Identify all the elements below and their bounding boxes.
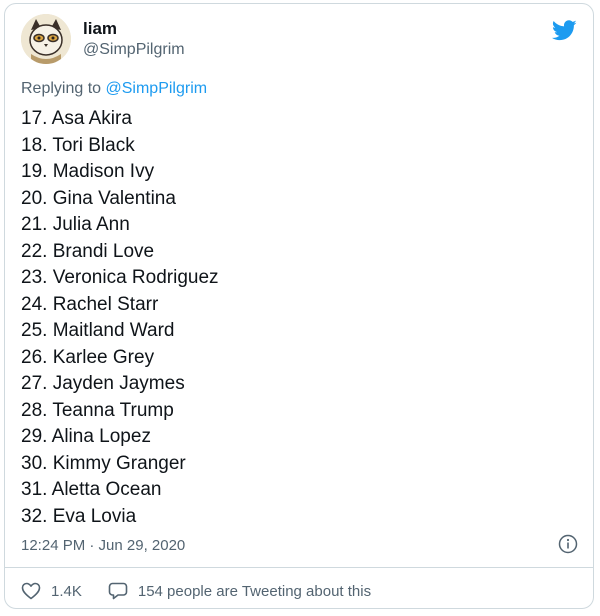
author-display-name[interactable]: liam — [83, 19, 185, 39]
conversation-text: 154 people are Tweeting about this — [137, 582, 372, 600]
tweet-line: 30. Kimmy Granger — [21, 452, 186, 474]
reply-context: Replying to @SimpPilgrim — [21, 80, 207, 98]
tweet-line: 26. Karlee Grey — [21, 346, 155, 368]
tweet-text: 17. Asa Akira 18. Tori Black 19. Madison… — [21, 106, 219, 530]
tweet-line: 22. Brandi Love — [21, 240, 155, 262]
like-button[interactable]: 1.4K — [21, 582, 82, 600]
conversation-link[interactable]: 154 people are Tweeting about this — [108, 582, 371, 600]
tweet-line: 24. Rachel Starr — [21, 293, 159, 315]
tweet-line: 17. Asa Akira — [21, 108, 132, 129]
tweet-actions: 1.4K 154 people are Tweeting about this — [21, 582, 371, 600]
tweet-line: 29. Alina Lopez — [21, 426, 151, 447]
tweet-line: 25. Maitland Ward — [21, 320, 175, 341]
tweet-line: 32. Eva Lovia — [21, 505, 137, 527]
tweet-line: 31. Aletta Ocean — [21, 479, 162, 500]
twitter-bird-icon[interactable] — [552, 20, 577, 41]
reply-mention-link[interactable]: @SimpPilgrim — [106, 80, 208, 97]
tweet-line: 19. Madison Ivy — [21, 161, 155, 182]
author-handle[interactable]: @SimpPilgrim — [83, 40, 185, 60]
author-info[interactable]: liam @SimpPilgrim — [83, 19, 185, 60]
like-count: 1.4K — [51, 582, 82, 600]
heart-icon — [21, 582, 41, 600]
speech-bubble-icon — [108, 582, 128, 600]
tweet-line: 21. Julia Ann — [21, 214, 130, 235]
tweet-line: 28. Teanna Trump — [21, 399, 174, 421]
tweet-card[interactable]: liam @SimpPilgrim Replying to @SimpPilgr… — [4, 3, 594, 609]
tweet-timestamp[interactable]: 12:24 PM · Jun 29, 2020 — [21, 537, 185, 554]
cat-avatar-icon — [21, 14, 71, 64]
tweet-line: 27. Jayden Jaymes — [21, 373, 185, 394]
tweet-line: 18. Tori Black — [21, 134, 135, 156]
author-avatar[interactable] — [21, 14, 71, 64]
divider — [5, 567, 593, 568]
tweet-line: 23. Veronica Rodriguez — [21, 267, 219, 288]
reply-prefix: Replying to — [21, 80, 106, 97]
info-icon[interactable] — [558, 534, 578, 554]
tweet-line: 20. Gina Valentina — [21, 187, 176, 209]
